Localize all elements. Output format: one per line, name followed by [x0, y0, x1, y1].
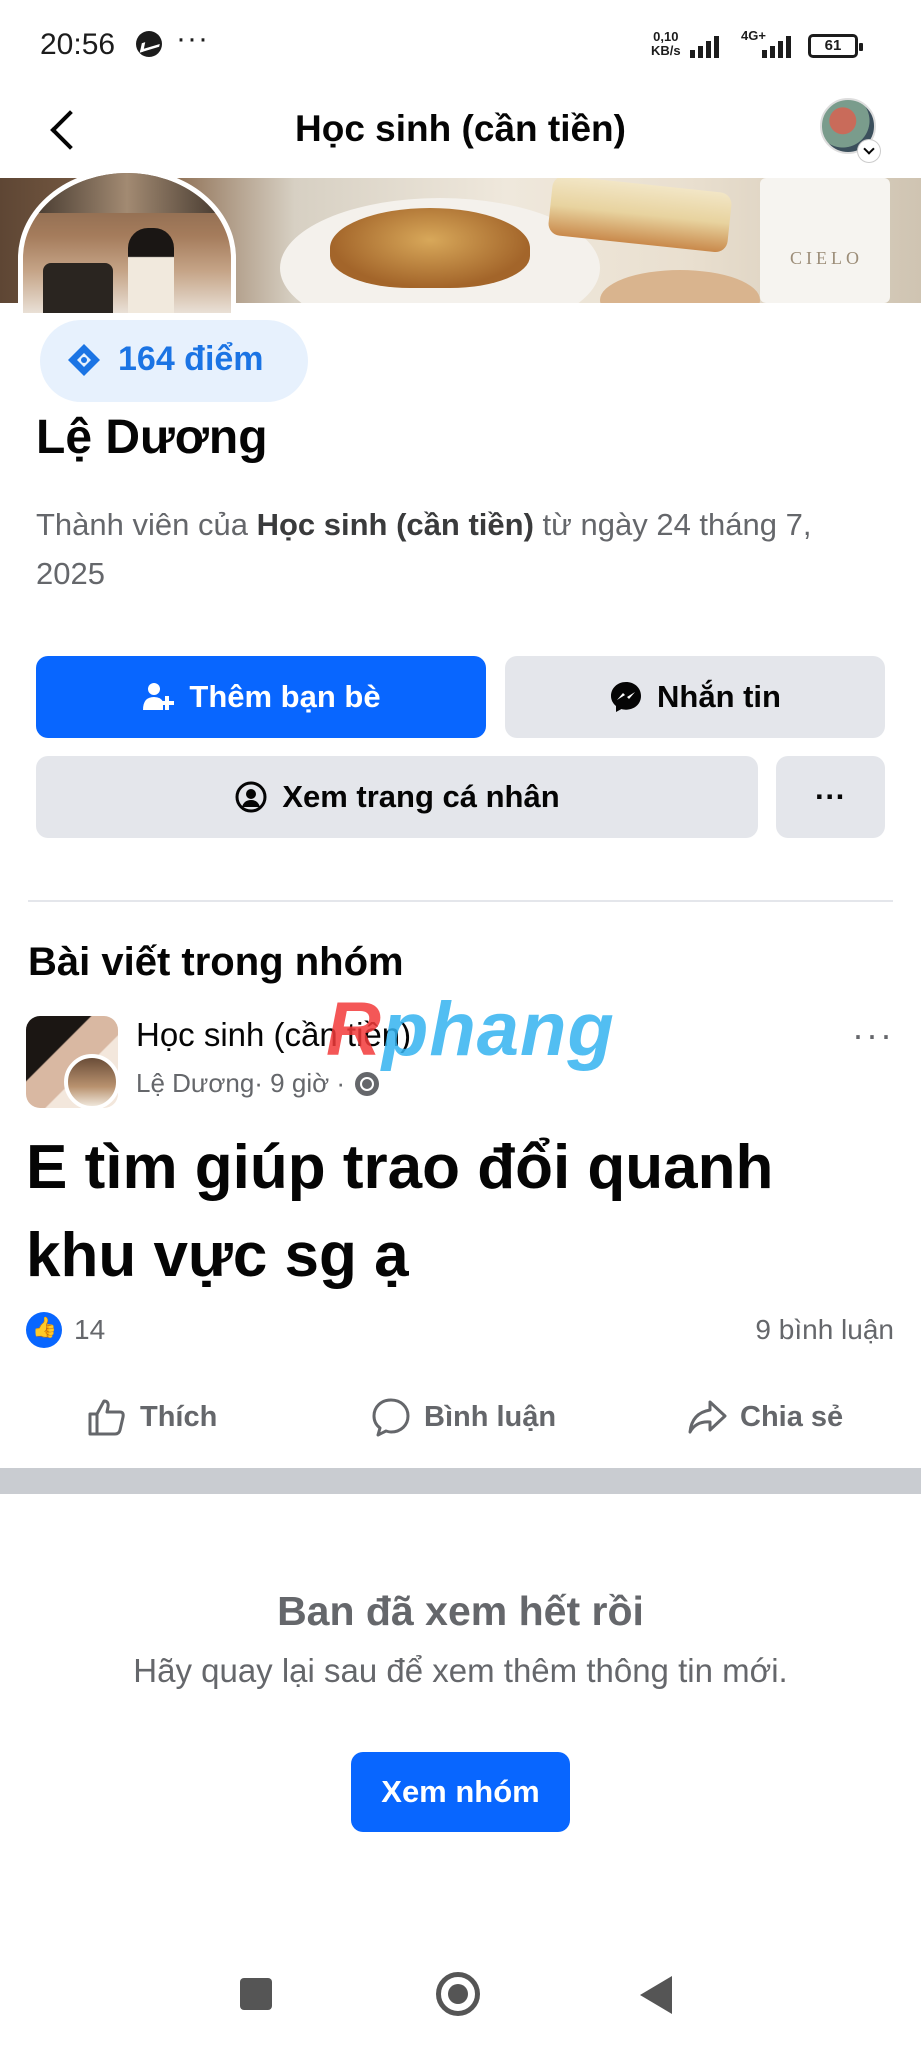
- croissant-image: [330, 208, 530, 288]
- message-label: Nhắn tin: [657, 679, 781, 714]
- more-notifications-icon: ···: [176, 22, 209, 55]
- points-icon: [68, 344, 100, 376]
- watermark: Rphang: [326, 986, 615, 1073]
- cup-image: [760, 178, 890, 303]
- recent-apps-button[interactable]: [240, 1978, 272, 2010]
- more-options-button[interactable]: ···: [776, 756, 885, 838]
- cup-logo-text: CIELO: [790, 248, 863, 268]
- view-profile-button[interactable]: Xem trang cá nhân: [36, 756, 758, 838]
- watermark-rest: phang: [381, 987, 615, 1072]
- end-of-feed-subtitle: Hãy quay lại sau để xem thêm thông tin m…: [133, 1652, 788, 1689]
- share-button[interactable]: Chia sẻ: [686, 1392, 843, 1442]
- author-avatar[interactable]: [64, 1054, 120, 1110]
- chevron-down-icon[interactable]: [858, 140, 880, 162]
- messenger-notification-icon: [136, 31, 162, 57]
- view-group-button[interactable]: Xem nhóm: [351, 1752, 570, 1832]
- like-count: 14: [74, 1314, 106, 1345]
- watermark-r: R: [326, 987, 382, 1072]
- messenger-icon: [611, 682, 641, 712]
- share-icon: [688, 1400, 727, 1434]
- member-info-prefix: Thành viên của: [36, 507, 257, 542]
- post-author[interactable]: Lệ Dương: [136, 1068, 254, 1099]
- globe-icon: [355, 1071, 380, 1096]
- post-text: E tìm giúp trao đổi quanh khu vực sg ạ: [26, 1133, 774, 1290]
- network-speed-value: 0,10: [653, 29, 679, 44]
- status-time: 20:56: [40, 28, 116, 61]
- profile-icon: [235, 781, 267, 813]
- share-label: Chia sẻ: [740, 1400, 844, 1433]
- reactions-summary[interactable]: 14: [26, 1312, 105, 1348]
- home-button[interactable]: [436, 1972, 480, 2016]
- section-title: Bài viết trong nhóm: [28, 940, 404, 984]
- app-header: Học sinh (cần tiền): [0, 90, 921, 176]
- points-badge[interactable]: 164 điểm: [40, 320, 308, 402]
- comment-button[interactable]: Bình luận: [370, 1392, 556, 1442]
- add-friend-button[interactable]: Thêm bạn bè: [36, 656, 486, 738]
- status-bar: 20:56 ··· 0,10 KB/s 4G+ 61: [0, 0, 921, 90]
- like-label: Thích: [140, 1400, 218, 1433]
- message-button[interactable]: Nhắn tin: [505, 656, 885, 738]
- profile-avatar[interactable]: [18, 168, 236, 318]
- nav-back-button[interactable]: [640, 1976, 672, 2014]
- add-friend-icon: [143, 683, 175, 710]
- comment-count[interactable]: 9 bình luận: [755, 1314, 894, 1346]
- comment-icon: [372, 1398, 410, 1437]
- end-of-feed-title: Ban đã xem hết rồi: [277, 1588, 644, 1634]
- member-info: Thành viên của Học sinh (cần tiền) từ ng…: [36, 500, 886, 598]
- battery-icon: 61: [808, 34, 863, 58]
- add-friend-label: Thêm bạn bè: [189, 679, 381, 714]
- comment-label: Bình luận: [424, 1400, 557, 1433]
- section-divider: [0, 1468, 921, 1494]
- member-info-group[interactable]: Học sinh (cần tiền): [257, 507, 534, 542]
- network-speed: 0,10 KB/s: [651, 30, 681, 58]
- network-speed-unit: KB/s: [651, 43, 681, 58]
- signal-icon-secondary: [762, 32, 798, 58]
- signal-icon: [690, 32, 726, 58]
- like-button[interactable]: Thích: [86, 1392, 217, 1442]
- thumbs-up-icon: [88, 1399, 125, 1436]
- post-more-button[interactable]: ···: [852, 1014, 894, 1056]
- like-reaction-icon: [26, 1312, 62, 1348]
- page-title: Học sinh (cần tiền): [295, 108, 626, 149]
- more-options-icon: ···: [815, 779, 846, 814]
- divider: [28, 900, 893, 902]
- view-profile-label: Xem trang cá nhân: [282, 779, 560, 814]
- coffee-image: [600, 270, 760, 303]
- points-label: 164 điểm: [118, 340, 264, 378]
- profile-name: Lệ Dương: [36, 411, 268, 464]
